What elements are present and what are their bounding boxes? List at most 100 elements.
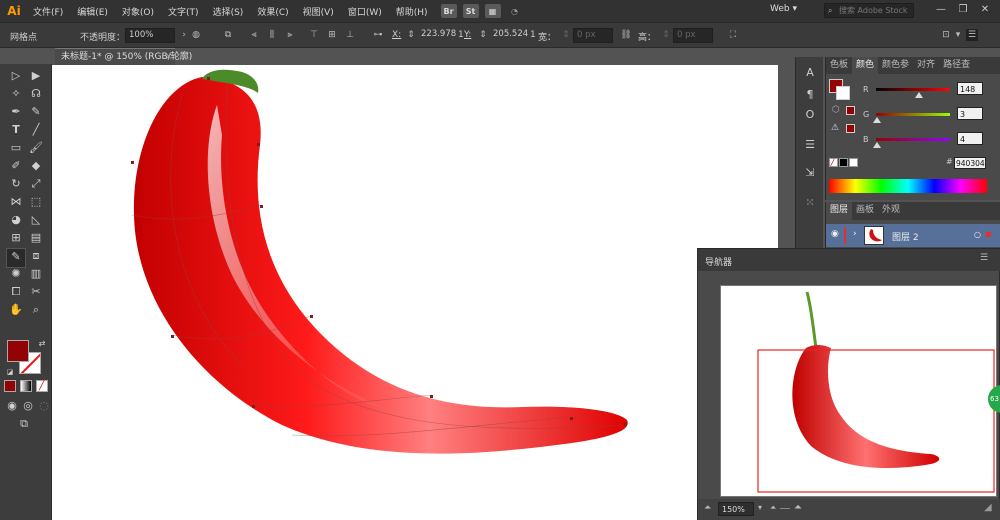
menu-view[interactable]: 视图(V)	[296, 5, 341, 18]
align-right-icon[interactable]: ⫸	[284, 29, 296, 41]
transform-icon[interactable]: ⧉	[222, 29, 234, 41]
selection-tool-icon[interactable]: ▷	[8, 68, 24, 84]
draw-inside-icon[interactable]: ◌	[36, 398, 52, 414]
y-field[interactable]: 205.524	[490, 28, 530, 43]
rotate-tool-icon[interactable]: ↻	[8, 176, 24, 192]
stroke-panel-icon[interactable]: ☰	[802, 137, 818, 153]
tab-artboards[interactable]: 画板	[852, 202, 878, 220]
tab-color[interactable]: 颜色	[852, 57, 879, 74]
zoom-field[interactable]: 150%	[718, 502, 754, 516]
minimize-button[interactable]: —	[932, 2, 950, 18]
zoom-dropdown-icon[interactable]: ▾	[758, 503, 762, 512]
reference-point-icon[interactable]: ⊶	[372, 29, 384, 41]
paragraph-panel-icon[interactable]: ¶	[802, 87, 818, 103]
gpu-performance-icon[interactable]: ◔	[507, 4, 523, 18]
close-button[interactable]: ✕	[976, 2, 994, 18]
paintbrush-tool-icon[interactable]: 🖌	[28, 140, 44, 156]
expand-chevron-icon[interactable]: ›	[853, 229, 857, 239]
gradient-mode-icon[interactable]	[20, 380, 32, 392]
tab-swatches[interactable]: 色板	[826, 57, 852, 74]
menu-edit[interactable]: 编辑(E)	[70, 5, 115, 18]
zoom-tool-icon[interactable]: ⌕	[28, 302, 44, 318]
layer-name[interactable]: 图层 2	[892, 230, 919, 243]
out-of-web-color-swatch[interactable]	[846, 106, 855, 115]
direct-selection-tool-icon[interactable]: ▶	[28, 68, 44, 84]
isolate-icon[interactable]: ⊡	[940, 29, 952, 41]
tab-align[interactable]: 对齐	[913, 57, 939, 74]
close-tab-icon[interactable]: ×	[165, 49, 173, 65]
g-slider[interactable]	[876, 113, 950, 116]
menu-window[interactable]: 窗口(W)	[341, 5, 389, 18]
artboard-canvas[interactable]	[52, 65, 795, 520]
slice-tool-icon[interactable]: ✂	[28, 284, 44, 300]
constrain-proportions-icon[interactable]: ⛓	[620, 29, 632, 41]
height-stepper-icon[interactable]: ⇕	[660, 29, 672, 41]
color-stroke-swatch[interactable]	[836, 86, 850, 100]
zoom-out-icon[interactable]: ⏶	[770, 503, 776, 513]
maximize-button[interactable]: ❐	[954, 2, 972, 18]
chevron-down-icon[interactable]: ▾	[952, 29, 964, 41]
layer-row[interactable]: ◉ › 图层 2 ○	[826, 224, 1000, 247]
menu-select[interactable]: 选择(S)	[206, 5, 251, 18]
b-slider[interactable]	[876, 138, 950, 141]
zoom-in-icon[interactable]: ⏶	[794, 502, 802, 513]
opentype-panel-icon[interactable]: O	[802, 107, 818, 123]
x-field[interactable]: 223.978	[418, 28, 458, 43]
mesh-tool-icon[interactable]: ⊞	[8, 230, 24, 246]
curvature-tool-icon[interactable]: ✎	[28, 104, 44, 120]
align-center-icon[interactable]: ⫼	[266, 29, 278, 41]
draw-behind-icon[interactable]: ◎	[20, 398, 36, 414]
perspective-grid-tool-icon[interactable]: ◺	[28, 212, 44, 228]
transform-bounds-icon[interactable]: ⛶	[727, 29, 739, 41]
column-graph-tool-icon[interactable]: ▥	[28, 266, 44, 282]
width-stepper-icon[interactable]: ⇕	[560, 29, 572, 41]
document-tab[interactable]: 未标题-1* @ 150% (RGB/轮廓) ×	[55, 48, 192, 65]
eraser-tool-icon[interactable]: ◆	[28, 158, 44, 174]
free-transform-tool-icon[interactable]: ⬚	[28, 194, 44, 210]
align-middle-icon[interactable]: ⊞	[326, 29, 338, 41]
b-value-field[interactable]: 4	[957, 132, 983, 145]
export-panel-icon[interactable]: ⇲	[802, 165, 818, 181]
resize-grip-icon[interactable]: ◢	[984, 502, 992, 513]
opacity-field[interactable]: 100%	[125, 28, 175, 43]
type-tool-icon[interactable]: T	[8, 122, 24, 138]
r-value-field[interactable]: 148	[957, 82, 983, 95]
tab-layers[interactable]: 图层	[826, 202, 853, 220]
out-of-gamut-swatch[interactable]	[846, 124, 855, 133]
align-bottom-icon[interactable]: ⊥	[344, 29, 356, 41]
r-slider[interactable]	[876, 88, 950, 91]
g-slider-thumb[interactable]	[872, 117, 881, 123]
visibility-eye-icon[interactable]: ◉	[831, 229, 839, 239]
align-top-icon[interactable]: ⊤	[308, 29, 320, 41]
arrange-documents-icon[interactable]: ▦	[484, 4, 501, 18]
artboard-tool-icon[interactable]: ⧠	[8, 284, 24, 300]
panel-menu-icon[interactable]: ☰	[980, 253, 988, 263]
eyedropper-tool-icon[interactable]: ✎	[6, 248, 26, 268]
line-tool-icon[interactable]: ╱	[28, 122, 44, 138]
b-slider-thumb[interactable]	[873, 142, 882, 148]
symbol-sprayer-tool-icon[interactable]: ✺	[8, 266, 24, 282]
menu-object[interactable]: 对象(O)	[115, 5, 161, 18]
chevron-right-icon[interactable]: ›	[178, 29, 190, 41]
hand-tool-icon[interactable]: ✋	[8, 302, 24, 318]
menu-type[interactable]: 文字(T)	[161, 5, 206, 18]
chili-pepper-artwork[interactable]	[52, 65, 795, 520]
height-field[interactable]: 0 px	[673, 28, 713, 43]
g-value-field[interactable]: 3	[957, 107, 983, 120]
shape-builder-tool-icon[interactable]: ◕	[8, 212, 24, 228]
none-mode-icon[interactable]: ╱	[36, 380, 48, 392]
r-slider-thumb[interactable]	[914, 92, 923, 98]
character-panel-icon[interactable]: A	[802, 65, 818, 81]
stock-button[interactable]: St	[462, 4, 479, 18]
y-stepper-icon[interactable]: ⇕	[477, 29, 489, 41]
hex-value-field[interactable]: 940304	[954, 157, 986, 169]
tab-appearance[interactable]: 外观	[878, 202, 904, 220]
rectangle-tool-icon[interactable]: ▭	[8, 140, 24, 156]
zoom-slider[interactable]	[780, 508, 790, 509]
target-icon[interactable]: ○	[974, 230, 981, 239]
workspace-switcher[interactable]: Web ▾	[770, 4, 797, 14]
lasso-tool-icon[interactable]: ☊	[28, 86, 44, 102]
color-mode-icon[interactable]	[4, 380, 16, 392]
none-swatch[interactable]: ╱	[829, 158, 838, 167]
zoom-out-mountain-icon[interactable]: ⏶	[704, 503, 711, 513]
